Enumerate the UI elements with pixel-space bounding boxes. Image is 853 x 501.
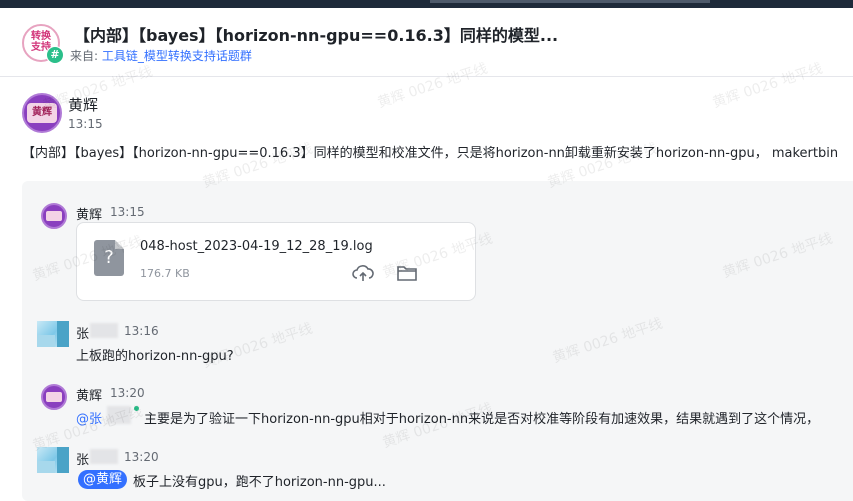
chat-title: 【内部】【bayes】【horizon-nn-gpu==0.16.3】同样的模型… bbox=[74, 26, 559, 45]
thread-mention-line: @张 bbox=[76, 408, 102, 427]
folder-icon[interactable] bbox=[396, 263, 418, 283]
topic-hash-badge-icon: # bbox=[46, 46, 64, 64]
thread-mention-line: @黄辉 bbox=[78, 470, 128, 489]
watermark: 黄辉 0026 地平线 bbox=[375, 60, 490, 112]
thread-time: 13:15 bbox=[110, 205, 145, 219]
avatar[interactable] bbox=[37, 321, 69, 347]
window-top-bar bbox=[0, 0, 853, 8]
file-name[interactable]: 048-host_2023-04-19_12_28_19.log bbox=[140, 239, 373, 254]
mention-tag[interactable]: @张 bbox=[76, 412, 102, 427]
redacted-name bbox=[107, 406, 131, 424]
message-time: 13:15 bbox=[68, 117, 103, 131]
avatar[interactable] bbox=[41, 384, 67, 410]
redacted-name bbox=[90, 449, 118, 464]
group-avatar[interactable]: 转换支持 # bbox=[22, 24, 64, 64]
thread-sender[interactable]: 张 bbox=[76, 323, 89, 342]
redacted-name bbox=[90, 323, 118, 338]
thread-sender[interactable]: 黄辉 bbox=[76, 385, 102, 404]
source-prefix: 来自: bbox=[70, 49, 102, 63]
thread-text: 板子上没有gpu，跑不了horizon-nn-gpu... bbox=[133, 475, 386, 490]
thread-sender[interactable]: 黄辉 bbox=[76, 204, 102, 223]
sender-name[interactable]: 黄辉 bbox=[68, 94, 98, 115]
thread-time: 13:16 bbox=[124, 324, 159, 338]
avatar-text: 黄辉 bbox=[27, 103, 57, 123]
header-divider bbox=[0, 76, 853, 77]
thread-time: 13:20 bbox=[110, 386, 145, 400]
avatar[interactable]: 黄辉 bbox=[22, 93, 62, 133]
thread-time: 13:20 bbox=[124, 450, 159, 464]
file-size: 176.7 KB bbox=[140, 267, 190, 280]
file-icon-glyph: ? bbox=[104, 247, 114, 268]
top-bar-segment bbox=[430, 0, 710, 3]
file-attachment-card[interactable]: ? 048-host_2023-04-19_12_28_19.log 176.7… bbox=[76, 222, 476, 301]
watermark: 黄辉 0026 地平线 bbox=[710, 60, 825, 112]
mention-tag[interactable]: @黄辉 bbox=[78, 470, 128, 489]
thread-sender[interactable]: 张 bbox=[76, 449, 89, 468]
source-line: 来自: 工具链_模型转换支持话题群 bbox=[70, 47, 252, 64]
source-group-link[interactable]: 工具链_模型转换支持话题群 bbox=[102, 49, 252, 63]
thread-text: 主要是为了验证一下horizon-nn-gpu相对于horizon-nn来说是否… bbox=[144, 412, 820, 427]
thread-text: 上板跑的horizon-nn-gpu? bbox=[76, 349, 234, 364]
message-text: 【内部】【bayes】【horizon-nn-gpu==0.16.3】同样的模型… bbox=[22, 146, 839, 161]
cloud-upload-icon[interactable] bbox=[352, 263, 374, 283]
unknown-file-icon: ? bbox=[94, 240, 124, 276]
online-status-icon bbox=[134, 406, 139, 411]
avatar[interactable] bbox=[37, 447, 69, 473]
avatar[interactable] bbox=[41, 203, 67, 229]
